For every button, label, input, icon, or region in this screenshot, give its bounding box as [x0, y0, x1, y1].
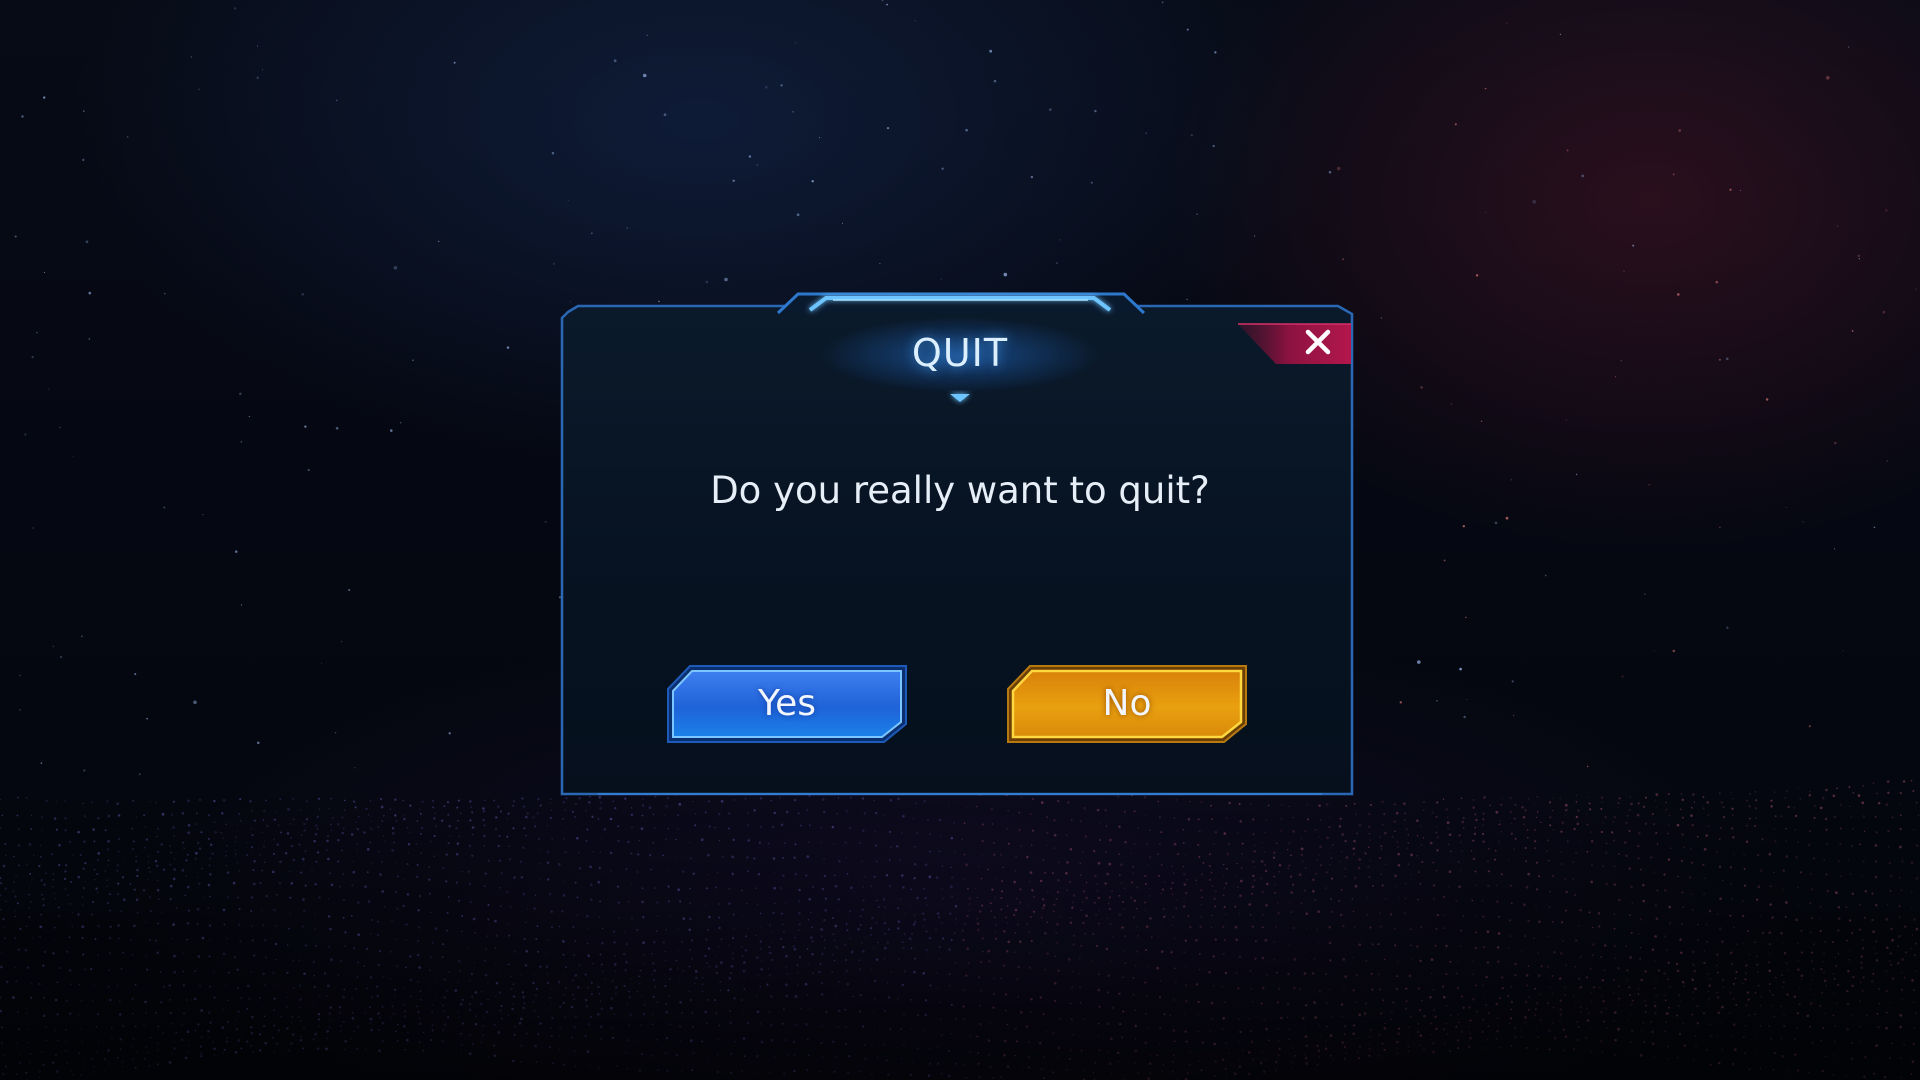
dialog-message: Do you really want to quit? — [710, 469, 1210, 512]
quit-dialog: QUIT Do you really want to quit? Yes No — [558, 280, 1362, 800]
game-screen: QUIT Do you really want to quit? Yes No — [0, 0, 1920, 1080]
close-button[interactable] — [1238, 322, 1358, 366]
no-button-label: No — [1102, 683, 1152, 724]
dialog-title: QUIT — [911, 331, 1009, 375]
no-button[interactable]: No — [1004, 662, 1250, 746]
yes-button-label: Yes — [757, 683, 817, 724]
close-tab-shape — [1238, 323, 1351, 364]
yes-button[interactable]: Yes — [664, 662, 910, 746]
